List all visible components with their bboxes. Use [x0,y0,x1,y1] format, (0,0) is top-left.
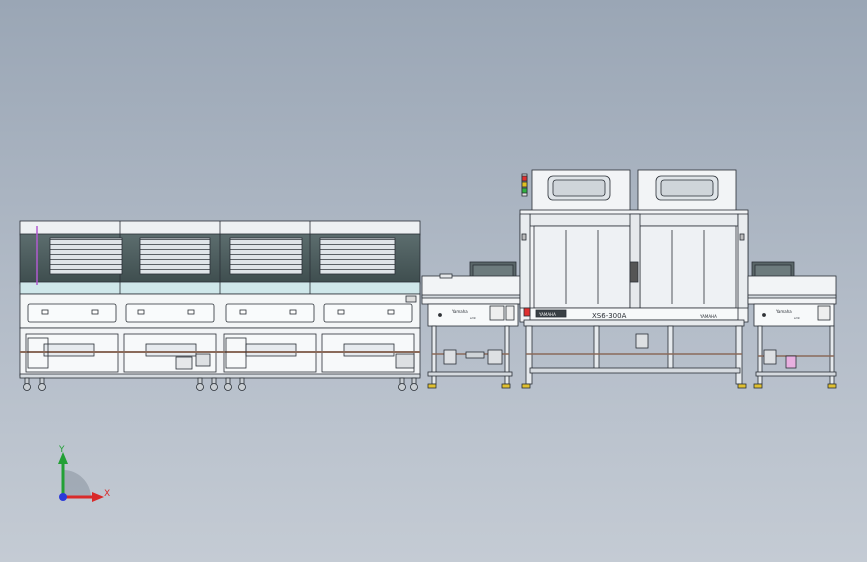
front-window-left [533,225,631,309]
cad-viewport[interactable]: Yamaha smt YAMAHA XS6-300A YAMAHA Yamaha… [0,0,867,562]
assembly-drawing: Yamaha smt YAMAHA XS6-300A YAMAHA Yamaha… [19,169,837,502]
buffer-casters [23,377,418,391]
z-axis-dot [59,493,67,501]
conveyor-right-brand-label: Yamaha [775,309,792,314]
x-axis-label: X [104,489,110,499]
main-machine: YAMAHA XS6-300A YAMAHA [519,169,749,389]
model-label: XS6-300A [592,312,627,320]
conveyor-left-sub-label: smt [470,316,476,320]
conveyor-left-brand-label: Yamaha [451,309,468,314]
magazine-rack-3 [229,237,303,275]
magazine-rack-4 [319,237,396,275]
brand-plate-label: YAMAHA [538,312,556,317]
conveyor-station-left: Yamaha smt [421,261,523,389]
front-window-right [639,225,737,309]
magazine-rack-1 [49,237,123,275]
machine-brand-label: YAMAHA [699,314,717,319]
triad-shadow-arc [63,470,91,497]
conveyor-right-sub-label: smt [794,316,800,320]
magazine-rack-2 [139,237,211,275]
buffer-line-left [19,220,421,379]
coordinate-triad: Y X [58,445,110,502]
y-axis-label: Y [58,445,65,455]
conveyor-station-right: Yamaha smt [747,261,837,389]
